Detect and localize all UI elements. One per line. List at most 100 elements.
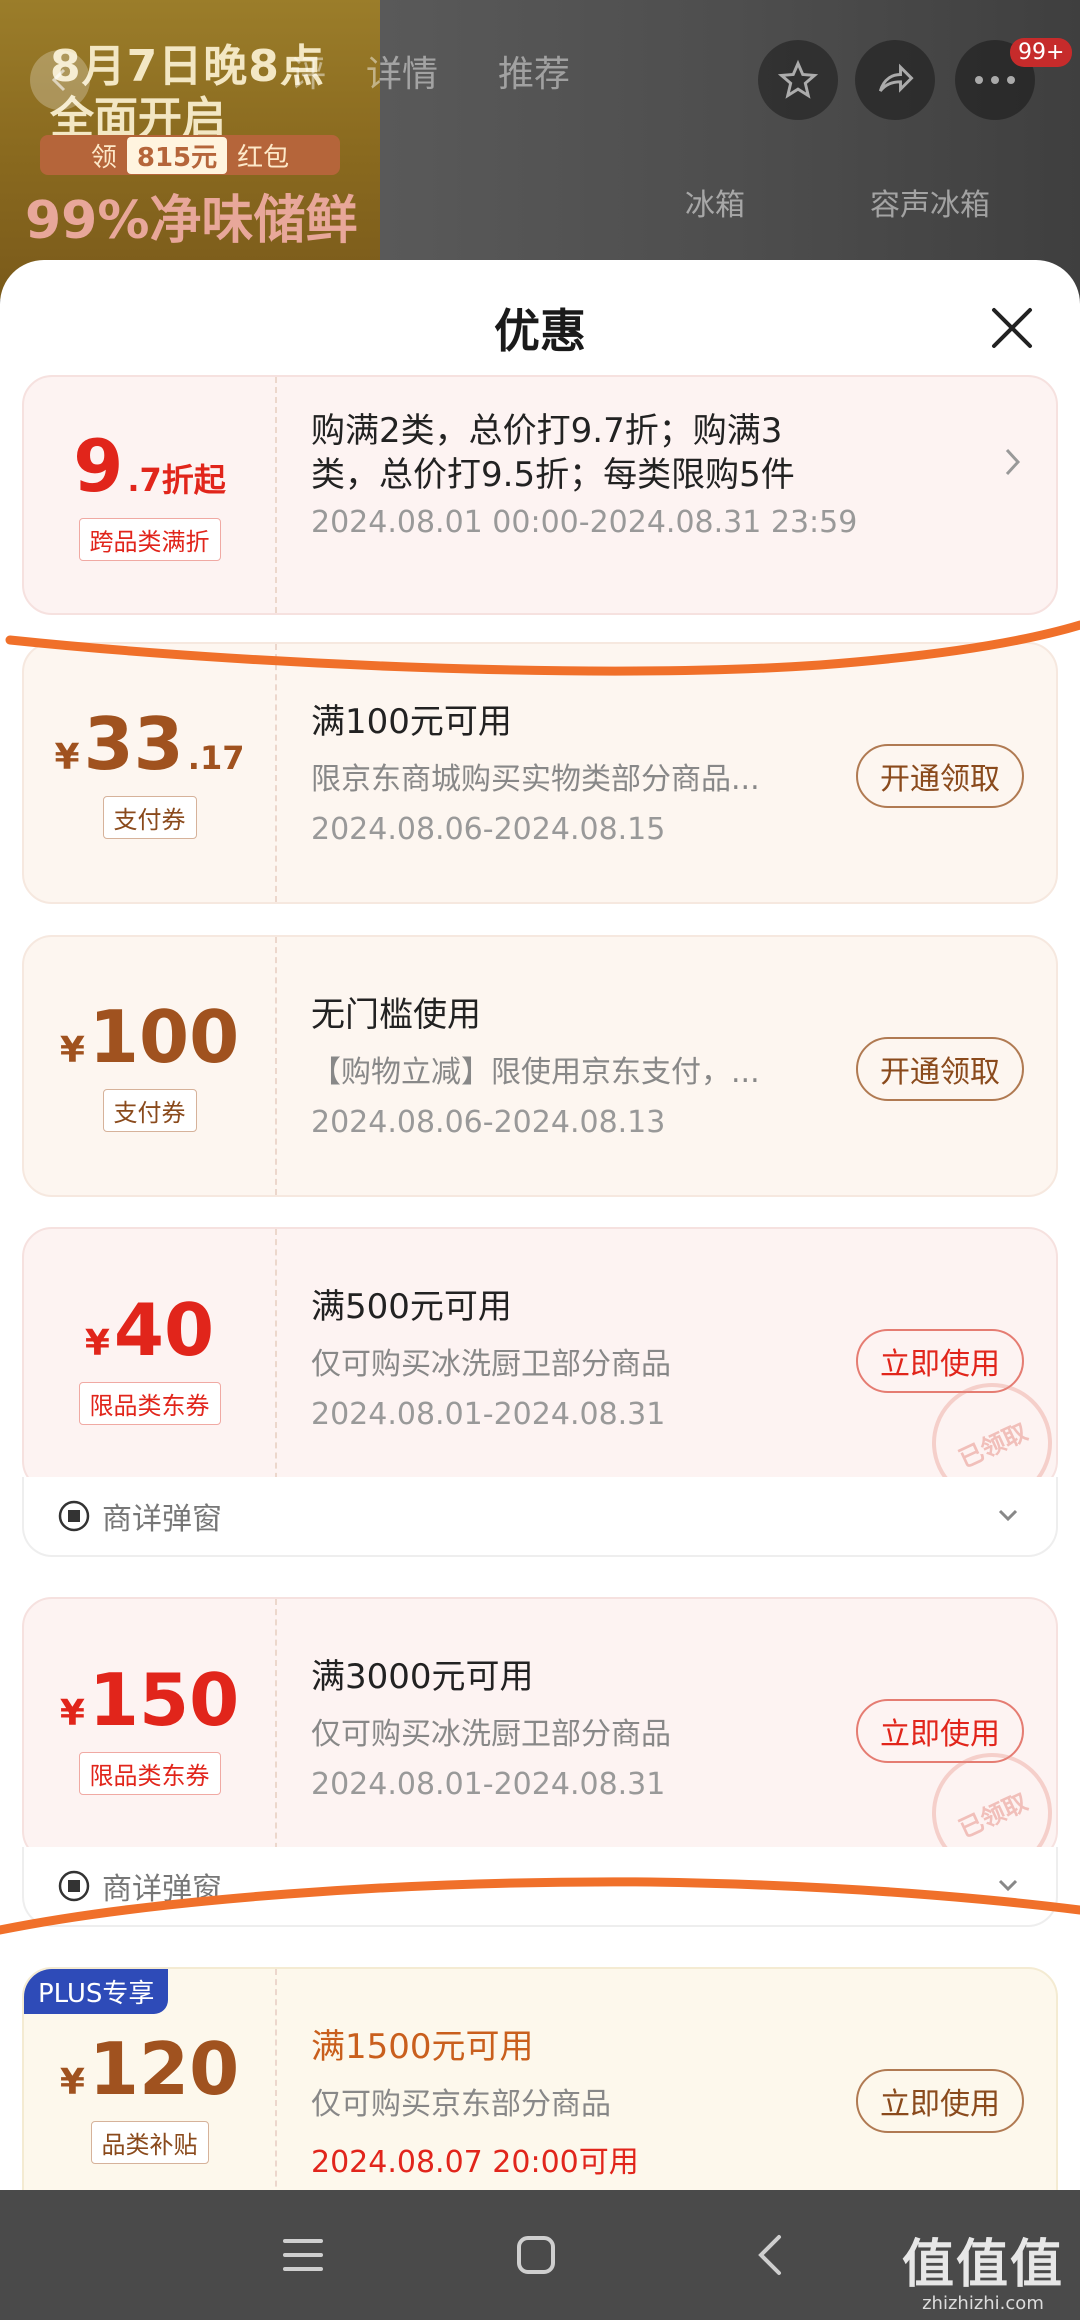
favorite-button[interactable] bbox=[758, 40, 838, 120]
offer-details: 满3000元可用 仅可购买冰洗厨卫部分商品 2024.08.01-2024.08… bbox=[277, 1599, 1056, 1859]
offer-card-category-coupon-40: ¥ 40 限品类东券 满500元可用 仅可购买冰洗厨卫部分商品 2024.08.… bbox=[22, 1227, 1058, 1491]
square-home-icon bbox=[517, 2236, 555, 2274]
activate-claim-button[interactable]: 开通领取 bbox=[856, 744, 1024, 808]
offer-tag: 限品类东券 bbox=[78, 1381, 221, 1425]
promo-redpack: 领 815元 红包 bbox=[40, 135, 340, 175]
close-icon bbox=[992, 308, 1032, 348]
stamp-text: 已领取 bbox=[954, 1787, 1032, 1844]
chevron-down-icon[interactable] bbox=[994, 1871, 1022, 1899]
offer-amount: ¥ 33 .17 bbox=[55, 708, 245, 780]
amount-value: 150 bbox=[88, 1657, 240, 1742]
offer-title: 满500元可用 bbox=[311, 1287, 512, 1327]
background-product-page: 8月7日晚8点 全面开启 领 815元 红包 99%净味储鲜 评 详情 推荐 9… bbox=[0, 0, 1080, 300]
offer-card-category-coupon-150: ¥ 150 限品类东券 满3000元可用 仅可购买冰洗厨卫部分商品 2024.0… bbox=[22, 1597, 1058, 1861]
offer-details: 满500元可用 仅可购买冰洗厨卫部分商品 2024.08.01-2024.08.… bbox=[277, 1229, 1056, 1489]
offer-amount-block: ¥ 33 .17 支付券 bbox=[24, 644, 277, 902]
offer-date: 2024.08.01-2024.08.31 bbox=[311, 1767, 666, 1802]
offer-date: 2024.08.01-2024.08.31 bbox=[311, 1397, 666, 1432]
home-button[interactable] bbox=[506, 2225, 566, 2285]
more-dots-icon bbox=[975, 76, 1015, 84]
offer-title: 满100元可用 bbox=[311, 702, 512, 742]
popup-icon bbox=[58, 1500, 90, 1532]
offer-desc: 仅可购买冰洗厨卫部分商品 bbox=[311, 1717, 671, 1752]
share-icon bbox=[878, 63, 914, 93]
watermark-site: zhizhizhi.com bbox=[922, 2293, 1044, 2314]
offer-amount-block: 9 .7折起 跨品类满折 bbox=[24, 377, 277, 613]
amount-value: 40 bbox=[113, 1287, 215, 1372]
product-tabs: 评 详情 推荐 bbox=[290, 45, 570, 97]
offer-title: 无门槛使用 bbox=[311, 995, 481, 1035]
offer-card-cross-category[interactable]: 9 .7折起 跨品类满折 购满2类，总价打9.7折；购满3 类，总价打9.5折；… bbox=[22, 375, 1058, 615]
amount-value: 120 bbox=[88, 2026, 240, 2111]
offer-date: 2024.08.06-2024.08.13 bbox=[311, 1105, 666, 1140]
activate-claim-button[interactable]: 开通领取 bbox=[856, 1037, 1024, 1101]
offer-title: 满1500元可用 bbox=[311, 2027, 534, 2067]
amount-value: 33 bbox=[83, 701, 184, 786]
offer-details: 无门槛使用 【购物立减】限使用京东支付，... 2024.08.06-2024.… bbox=[277, 937, 1056, 1195]
offer-card-pay-coupon-33: ¥ 33 .17 支付券 满100元可用 限京东商城购买实物类部分商品... 2… bbox=[22, 642, 1058, 904]
offer-tag: 支付券 bbox=[102, 1088, 197, 1132]
site-watermark: 值值值 zhizhizhi.com bbox=[902, 2222, 1064, 2314]
offer-rule-line2: 类，总价打9.5折；每类限购5件 bbox=[311, 455, 795, 495]
tab-recommend[interactable]: 推荐 bbox=[498, 45, 570, 97]
offer-amount: ¥ 150 bbox=[60, 1664, 239, 1736]
back-chevron-icon bbox=[758, 2235, 781, 2275]
redpack-prefix: 领 bbox=[90, 142, 117, 173]
redpack-amount: 815元 bbox=[126, 136, 228, 174]
star-icon bbox=[777, 59, 819, 99]
offer-details: 满100元可用 限京东商城购买实物类部分商品... 2024.08.06-202… bbox=[277, 644, 1056, 902]
popup-icon bbox=[58, 1870, 90, 1902]
offer-desc: 限京东商城购买实物类部分商品... bbox=[311, 762, 760, 797]
offer-footer-popup[interactable]: 商详弹窗 bbox=[22, 1477, 1058, 1557]
offer-footer-popup[interactable]: 商详弹窗 bbox=[22, 1847, 1058, 1927]
footer-label: 商详弹窗 bbox=[102, 1502, 222, 1537]
plus-badge: PLUS专享 bbox=[24, 1969, 169, 2014]
subtab-fridge[interactable]: 冰箱 bbox=[685, 180, 745, 224]
back-nav-button[interactable] bbox=[740, 2225, 800, 2285]
offers-sheet: 优惠 9 .7折起 跨品类满折 购满2类，总价打9.7折；购满3 类，总价打9.… bbox=[0, 260, 1080, 2190]
amount-decimal: .17 bbox=[187, 738, 245, 777]
offer-tag: 品类补贴 bbox=[90, 2120, 209, 2164]
offer-date: 2024.08.01 00:00-2024.08.31 23:59 bbox=[311, 505, 858, 540]
redpack-suffix: 红包 bbox=[237, 142, 290, 173]
subtab-ronshen-fridge[interactable]: 容声冰箱 bbox=[870, 180, 990, 224]
chevron-left-icon bbox=[51, 68, 66, 92]
tab-details[interactable]: 详情 bbox=[366, 45, 438, 97]
currency-symbol: ¥ bbox=[59, 1692, 85, 1734]
stamp-text: 已领取 bbox=[954, 1417, 1032, 1474]
offer-date: 2024.08.07 20:00可用 bbox=[311, 2145, 639, 2180]
close-button[interactable] bbox=[984, 300, 1040, 356]
offer-tag: 跨品类满折 bbox=[78, 517, 221, 561]
offer-amount-block: ¥ 100 支付券 bbox=[24, 937, 277, 1195]
offer-amount-block: ¥ 40 限品类东券 bbox=[24, 1229, 277, 1489]
sheet-title: 优惠 bbox=[494, 303, 586, 358]
amount-value: 100 bbox=[88, 994, 240, 1079]
offer-amount: ¥ 40 bbox=[85, 1294, 214, 1366]
back-button[interactable] bbox=[30, 50, 90, 110]
chevron-right-icon[interactable] bbox=[1004, 447, 1022, 481]
offer-title: 满3000元可用 bbox=[311, 1657, 534, 1697]
chevron-down-icon[interactable] bbox=[994, 1501, 1022, 1529]
offer-date: 2024.08.06-2024.08.15 bbox=[311, 812, 666, 847]
amount-value: 9 bbox=[73, 423, 124, 508]
currency-symbol: ¥ bbox=[59, 1029, 85, 1071]
offer-amount: ¥ 120 bbox=[60, 2033, 239, 2105]
currency-symbol: ¥ bbox=[54, 736, 80, 778]
offer-card-pay-coupon-100: ¥ 100 支付券 无门槛使用 【购物立减】限使用京东支付，... 2024.0… bbox=[22, 935, 1058, 1197]
recent-apps-button[interactable] bbox=[273, 2225, 333, 2285]
offer-details: 购满2类，总价打9.7折；购满3 类，总价打9.5折；每类限购5件 2024.0… bbox=[277, 377, 1056, 613]
currency-symbol: ¥ bbox=[84, 1322, 110, 1364]
use-now-button[interactable]: 立即使用 bbox=[856, 2069, 1024, 2133]
footer-label: 商详弹窗 bbox=[102, 1872, 222, 1907]
cart-badge: 99+ bbox=[1010, 38, 1073, 67]
promo-line3: 99%净味储鲜 bbox=[25, 191, 358, 251]
offer-tag: 限品类东券 bbox=[78, 1751, 221, 1795]
offer-rule-line1: 购满2类，总价打9.7折；购满3 bbox=[311, 411, 783, 451]
share-button[interactable] bbox=[855, 40, 935, 120]
offer-card-plus-subsidy-120: PLUS专享 ¥ 120 品类补贴 满1500元可用 仅可购买京东部分商品 20… bbox=[22, 1967, 1058, 2190]
menu-lines-icon bbox=[283, 2239, 323, 2271]
watermark-logo: 值值值 bbox=[901, 2235, 1064, 2295]
offer-desc: 仅可购买冰洗厨卫部分商品 bbox=[311, 1347, 671, 1382]
currency-symbol: ¥ bbox=[59, 2061, 85, 2103]
tab-review-partial[interactable]: 评 bbox=[290, 45, 326, 97]
